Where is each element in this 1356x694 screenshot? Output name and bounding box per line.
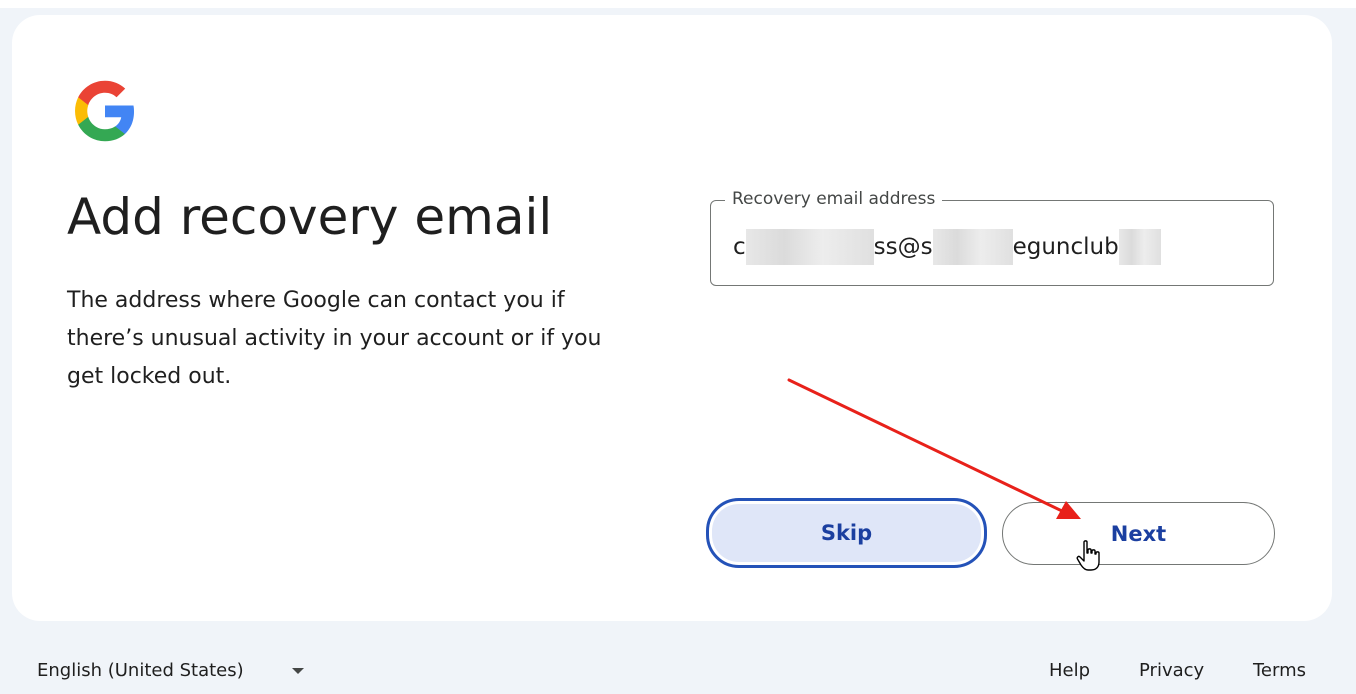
page-title: Add recovery email: [67, 188, 553, 246]
language-selector[interactable]: English (United States): [37, 660, 304, 681]
recovery-email-input[interactable]: c ss@s egunclub: [733, 229, 1161, 265]
redacted-block: [932, 229, 1013, 265]
email-part-2: ss@s: [873, 234, 933, 260]
next-button[interactable]: Next: [1002, 502, 1275, 565]
email-part-1: c: [733, 234, 746, 260]
skip-button-label: Skip: [820, 521, 873, 545]
next-button-label: Next: [1110, 521, 1167, 546]
privacy-link[interactable]: Privacy: [1139, 660, 1204, 681]
page-description: The address where Google can contact you…: [67, 288, 602, 389]
google-logo-icon: [75, 80, 135, 142]
skip-button[interactable]: Skip: [706, 498, 987, 568]
chevron-down-icon: [291, 667, 304, 674]
redacted-block: [1118, 229, 1161, 265]
top-strip: [0, 0, 1356, 8]
recovery-email-field[interactable]: Recovery email address c ss@s egunclub: [710, 189, 1274, 286]
terms-link[interactable]: Terms: [1253, 660, 1306, 681]
redacted-block: [745, 229, 874, 265]
email-part-3: egunclub: [1012, 234, 1119, 260]
language-label: English (United States): [37, 660, 244, 681]
recovery-email-label: Recovery email address: [725, 189, 943, 209]
help-link[interactable]: Help: [1049, 660, 1090, 681]
